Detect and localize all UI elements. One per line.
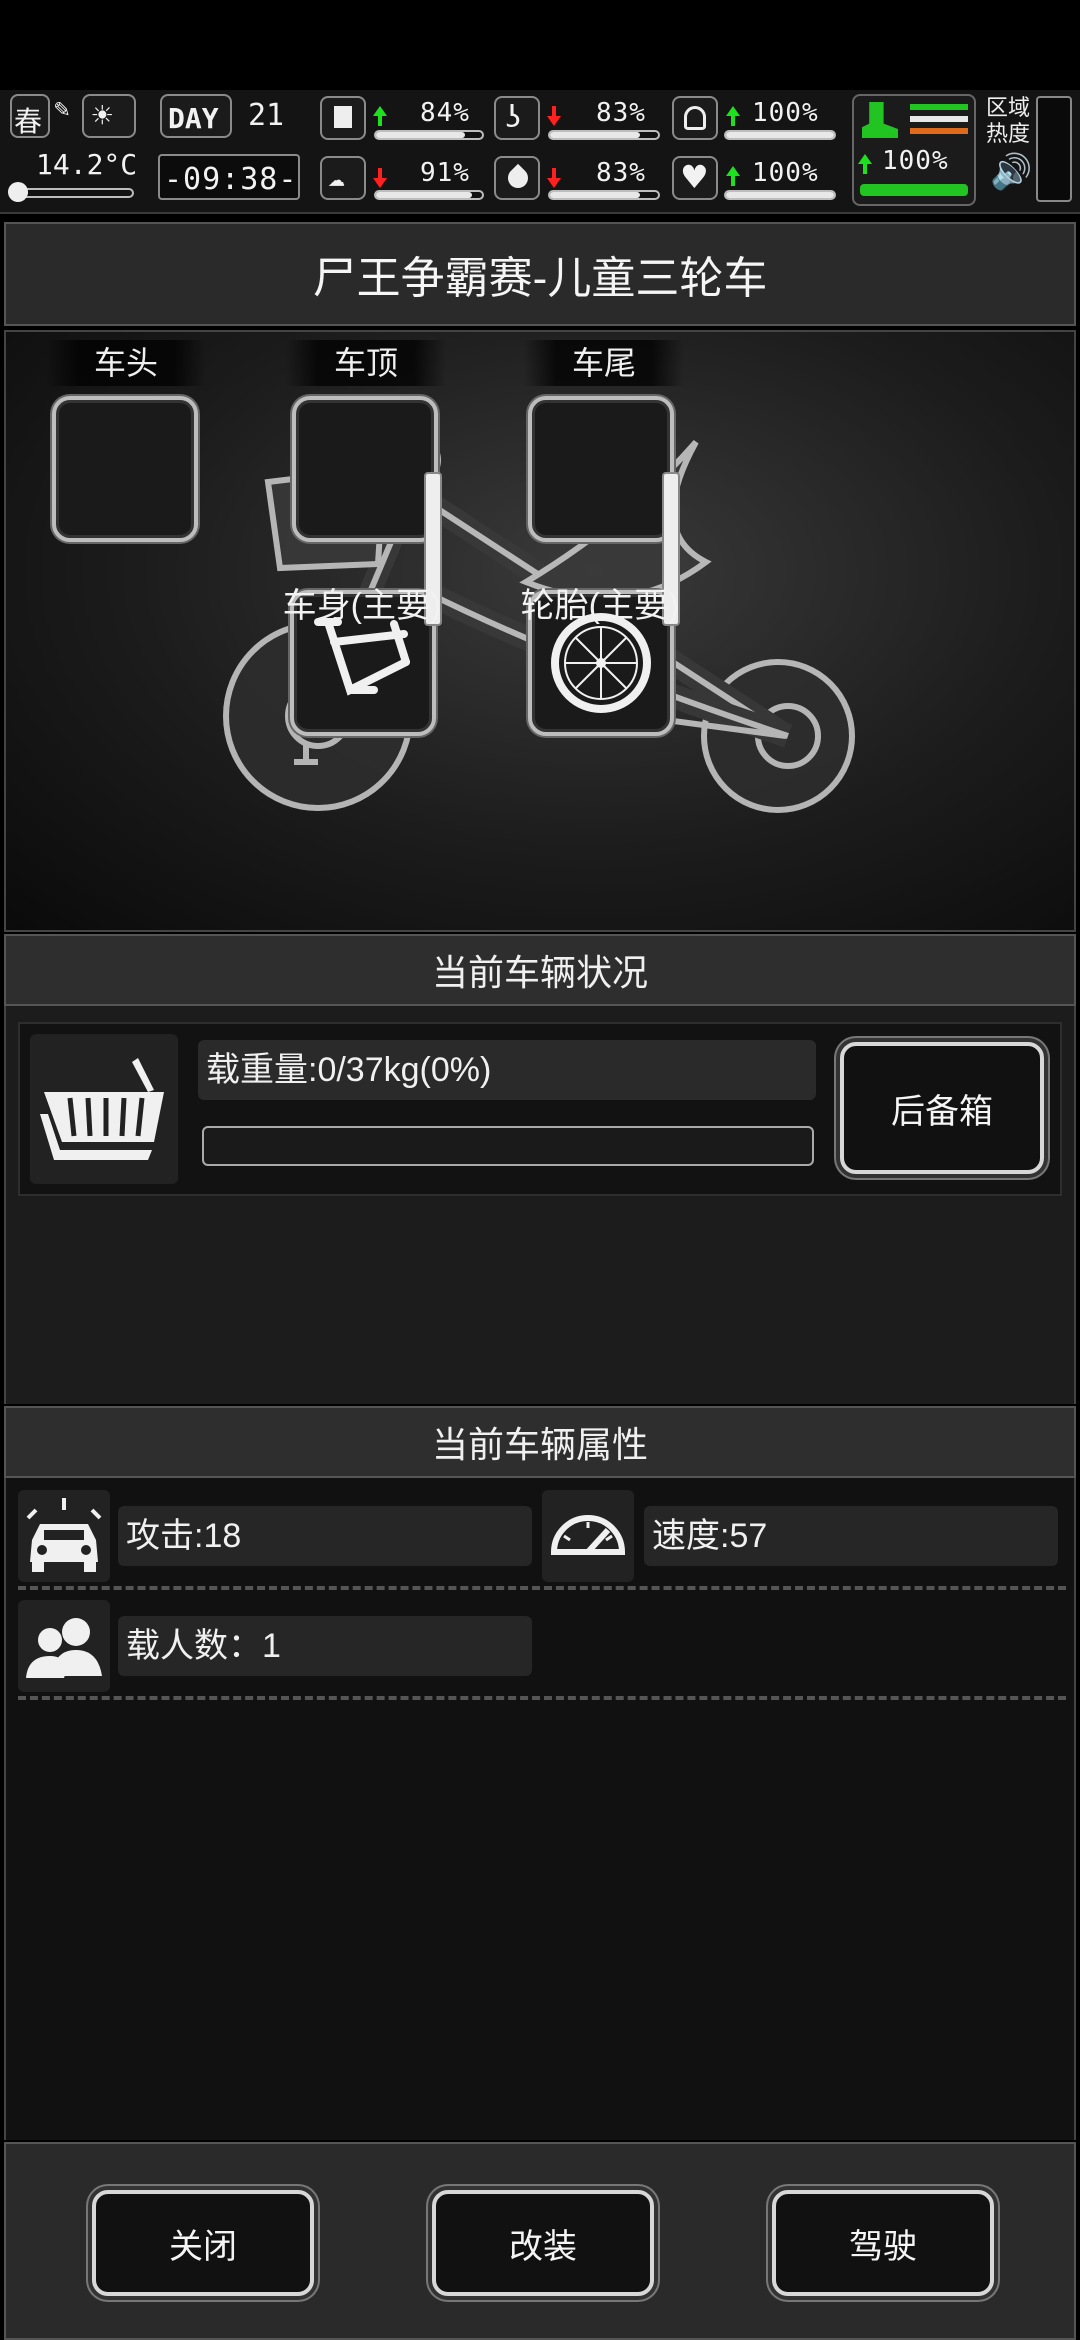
stomach-bar — [548, 130, 660, 140]
car-crash-icon — [18, 1490, 110, 1582]
vehicle-panel: 车头 车顶 车尾 车身(主要) 轮胎(主要) — [4, 330, 1076, 932]
water-value: 83% — [596, 158, 646, 188]
slot-top-label: 车顶 — [286, 340, 446, 386]
boot-icon — [862, 102, 898, 138]
slot-front[interactable] — [52, 396, 198, 542]
region-heat-label: 区域热度 — [986, 96, 1031, 147]
users-icon — [18, 1600, 110, 1692]
load-row: 载重量:0/37kg(0%) 后备箱 — [18, 1022, 1062, 1196]
slot-tire-label: 轮胎(主要) — [520, 587, 680, 625]
stamina-value: 100% — [752, 98, 819, 128]
stamina-bar — [724, 130, 836, 140]
water-drop-icon — [494, 156, 540, 200]
footer-bar: 关闭 改装 驾驶 — [4, 2142, 1076, 2340]
stomach-down-arrow — [547, 106, 561, 126]
mind-down-arrow — [373, 168, 387, 188]
speedometer-icon — [542, 1490, 634, 1582]
medical-value: 84% — [420, 98, 470, 128]
clock-display: -09:38- — [158, 154, 300, 200]
feather-icon: ✎ — [54, 94, 70, 124]
season-label: 春 — [14, 105, 43, 138]
vehicle-status-title: 当前车辆状况 — [431, 952, 648, 993]
divider — [18, 1586, 1066, 1590]
medical-up-arrow — [373, 106, 387, 126]
slot-rear[interactable] — [528, 396, 674, 542]
trunk-button[interactable]: 后备箱 — [840, 1042, 1044, 1174]
move-up-arrow — [858, 154, 872, 174]
slot-front-label: 车头 — [46, 340, 206, 386]
health-up-arrow — [726, 166, 740, 186]
water-down-arrow — [547, 168, 561, 188]
brain-icon: ☁ — [320, 156, 366, 200]
status-bar: 春 ✎ ☀ 14.2°C DAY 21 -09:38- 84% ʖ 83% 10… — [0, 90, 1080, 214]
thermometer-icon — [8, 182, 28, 202]
load-capacity-text: 载重量:0/37kg(0%) — [198, 1040, 816, 1100]
move-value: 100% — [882, 146, 949, 176]
stomach-value: 83% — [596, 98, 646, 128]
mind-value: 91% — [420, 158, 470, 188]
passenger-count: 载人数：1 — [118, 1616, 532, 1676]
heart-icon: ♥ — [672, 156, 718, 200]
slot-rear-label: 车尾 — [524, 340, 684, 386]
attack-value: 攻击:18 — [118, 1506, 532, 1566]
sun-icon: ☀ — [82, 94, 136, 138]
move-bar — [860, 184, 968, 196]
stamina-icon — [672, 96, 718, 140]
temperature-readout: 14.2°C — [36, 148, 138, 181]
slot-body-label: 车身(主要) — [282, 587, 442, 625]
vehicle-attributes-header: 当前车辆属性 — [4, 1406, 1076, 1478]
basket-icon — [30, 1034, 178, 1184]
stomach-icon: ʖ — [494, 96, 540, 140]
health-bar — [724, 190, 836, 200]
stamina-up-arrow — [726, 106, 740, 126]
slot-top[interactable] — [292, 396, 438, 542]
season-badge: 春 — [10, 94, 50, 138]
thermometer-bar — [14, 188, 134, 198]
vehicle-status-header: 当前车辆状况 — [4, 934, 1076, 1006]
load-progress-bar — [202, 1126, 814, 1166]
page-title: 尸王争霸赛-儿童三轮车 — [4, 222, 1076, 326]
speaker-icon[interactable]: 🔊 — [990, 152, 1032, 192]
water-bar — [548, 190, 660, 200]
vehicle-attributes-title: 当前车辆属性 — [431, 1424, 648, 1465]
divider — [18, 1696, 1066, 1700]
health-value: 100% — [752, 158, 819, 188]
drive-button[interactable]: 驾驶 — [772, 2190, 994, 2296]
day-number: 21 — [248, 98, 285, 133]
medical-bar — [374, 130, 484, 140]
region-heat-meter — [1036, 96, 1072, 202]
clock-time: -09:38- — [164, 162, 298, 197]
day-badge: DAY — [160, 94, 232, 138]
modify-button[interactable]: 改装 — [432, 2190, 654, 2296]
move-panel: 100% — [852, 94, 976, 206]
vehicle-attributes-body: 攻击:18 速度:57 载人数：1 — [4, 1478, 1076, 2140]
speed-value: 速度:57 — [644, 1506, 1058, 1566]
mind-bar — [374, 190, 484, 200]
medical-kit-icon — [320, 96, 366, 140]
day-label: DAY — [168, 102, 219, 135]
page-title-text: 尸王争霸赛-儿童三轮车 — [312, 254, 768, 303]
close-button[interactable]: 关闭 — [92, 2190, 314, 2296]
